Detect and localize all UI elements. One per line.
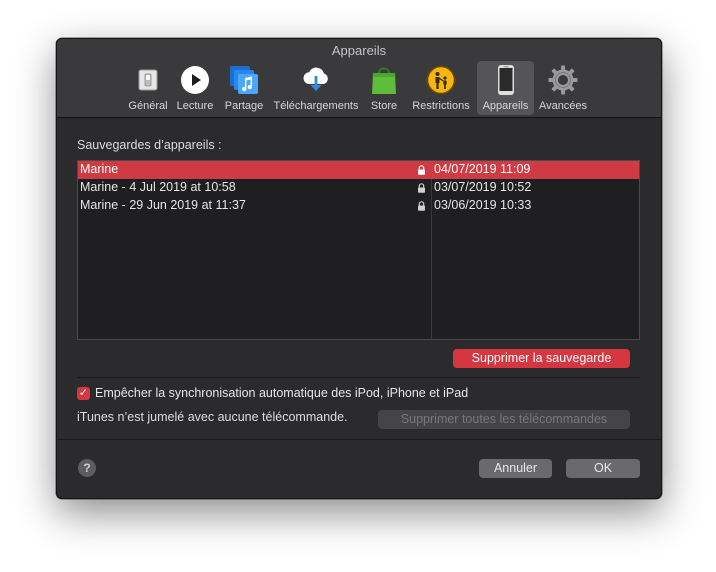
tab-general-label: Général (128, 100, 168, 112)
cloud-download-icon (299, 63, 333, 97)
tab-telechargements[interactable]: Téléchargements (270, 61, 362, 115)
backup-row[interactable]: Marine - 4 Jul 2019 at 10:58 03/07/2019 … (78, 179, 639, 197)
backup-name: Marine - 4 Jul 2019 at 10:58 (80, 180, 236, 194)
tab-lecture-label: Lecture (176, 100, 214, 112)
delete-backup-button[interactable]: Supprimer la sauvegarde (453, 349, 630, 368)
tab-avancees-label: Avancées (538, 100, 588, 112)
tab-lecture[interactable]: Lecture (173, 61, 217, 115)
backup-name: Marine (80, 162, 119, 176)
switch-icon (131, 63, 165, 97)
parental-restrictions-icon (424, 63, 458, 97)
help-button[interactable]: ? (78, 459, 96, 477)
backup-name: Marine - 29 Jun 2019 at 11:37 (80, 198, 246, 212)
tab-appareils-label: Appareils (482, 100, 529, 112)
preferences-window: Appareils Général Lecture Partage Téléch… (56, 38, 662, 499)
lock-icon (418, 183, 425, 193)
prevent-sync-checkbox[interactable]: ✓ (77, 387, 90, 400)
divider (57, 439, 661, 440)
backup-date: 04/07/2019 11:09 (434, 162, 531, 176)
play-icon (178, 63, 212, 97)
gear-icon (546, 63, 580, 97)
backup-date: 03/06/2019 10:33 (434, 198, 532, 212)
lock-icon (418, 201, 425, 211)
backup-date: 03/07/2019 10:52 (434, 180, 532, 194)
tab-appareils[interactable]: Appareils (477, 61, 534, 115)
tab-store-label: Store (370, 100, 398, 112)
toolbar: Appareils Général Lecture Partage Téléch… (57, 39, 661, 118)
prevent-sync-label[interactable]: Empêcher la synchronisation automatique … (95, 386, 468, 400)
divider (77, 377, 640, 378)
iphone-icon (489, 63, 523, 97)
lock-icon (418, 165, 425, 175)
backup-row[interactable]: Marine - 29 Jun 2019 at 11:37 03/06/2019… (78, 197, 639, 215)
cancel-button[interactable]: Annuler (479, 459, 552, 478)
tab-store[interactable]: Store (364, 61, 404, 115)
window-title: Appareils (331, 43, 387, 58)
tab-avancees[interactable]: Avancées (536, 61, 590, 115)
backups-section-label: Sauvegardes d’appareils : (77, 138, 222, 152)
backups-list[interactable]: Marine 04/07/2019 11:09 Marine - 4 Jul 2… (77, 160, 640, 340)
backup-row[interactable]: Marine 04/07/2019 11:09 (78, 161, 639, 179)
tab-general[interactable]: Général (125, 61, 171, 115)
tab-partage[interactable]: Partage (221, 61, 267, 115)
tab-partage-label: Partage (224, 100, 264, 112)
tab-telechargements-label: Téléchargements (273, 100, 359, 112)
remote-status-text: iTunes n’est jumelé avec aucune télécomm… (77, 410, 348, 424)
music-share-icon (227, 63, 261, 97)
remove-all-remotes-button[interactable]: Supprimer toutes les télécommandes (378, 410, 630, 429)
tab-restrictions[interactable]: Restrictions (407, 61, 475, 115)
tab-restrictions-label: Restrictions (412, 100, 470, 112)
shopping-bag-icon (367, 63, 401, 97)
ok-button[interactable]: OK (566, 459, 640, 478)
